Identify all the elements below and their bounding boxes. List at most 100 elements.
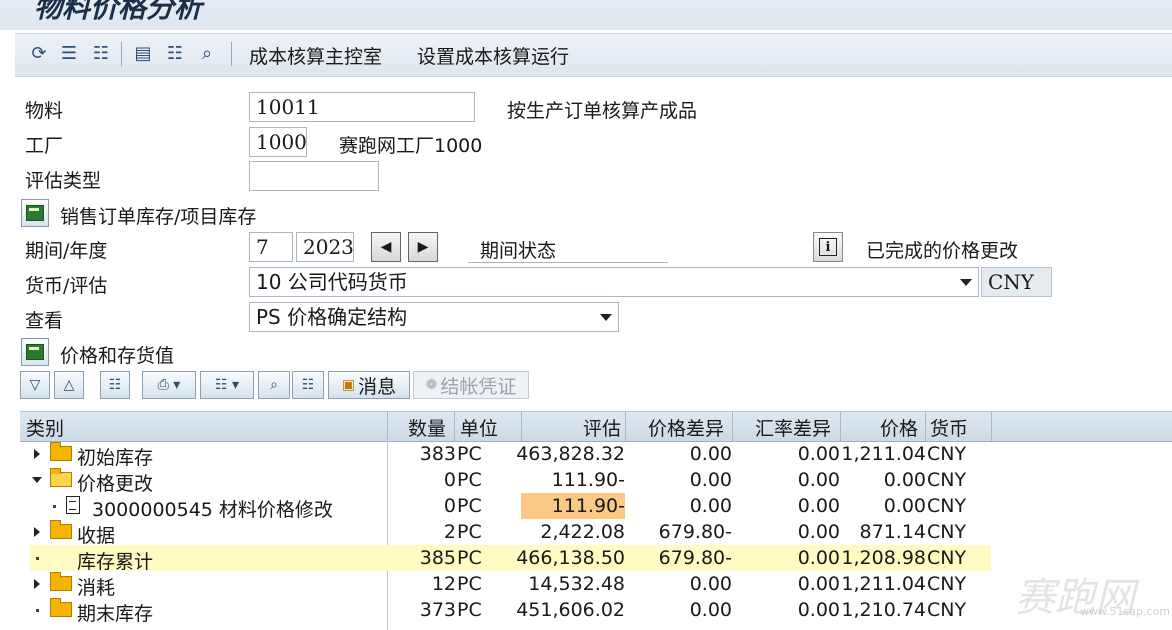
cell-fx-diff: 0.00 — [797, 599, 840, 621]
expand-icon[interactable] — [34, 527, 40, 537]
cell-unit: PC — [457, 495, 482, 517]
column-separator — [840, 412, 841, 441]
material-label: 物料 — [25, 100, 64, 122]
period-field[interactable]: 7 — [249, 232, 293, 262]
cell-currency: CNY — [927, 495, 967, 517]
messages-button[interactable]: ▣ 消息 — [328, 371, 410, 399]
currency-select[interactable]: 10 公司代码货币 — [249, 267, 979, 297]
cell-unit: PC — [457, 547, 482, 569]
next-period-button[interactable]: ▶ — [408, 232, 438, 262]
display-icon[interactable]: ▤ — [131, 41, 155, 65]
structure-icon[interactable]: ☷ — [292, 371, 324, 399]
cell-valuation: 451,606.02 — [516, 599, 625, 621]
plant-label: 工厂 — [25, 135, 64, 157]
table-row[interactable]: 期末库存 373 PC 451,606.02 0.00 0.00 1,210.7… — [20, 597, 1172, 625]
header-valuation[interactable]: 评估 — [583, 414, 621, 441]
plant-field[interactable]: 1000 — [249, 127, 307, 157]
cell-qty: 2 — [443, 521, 456, 543]
info-button[interactable]: i — [813, 232, 843, 262]
cell-price-diff: 0.00 — [689, 469, 732, 491]
cell-currency: CNY — [927, 469, 967, 491]
refresh-icon[interactable]: ⟳ — [27, 41, 51, 65]
leaf-marker — [36, 609, 39, 612]
material-field[interactable]: 10011 — [249, 92, 475, 122]
currency-code-field: CNY — [981, 267, 1052, 297]
currency-label: 货币/评估 — [25, 275, 108, 297]
toolbar-separator — [231, 42, 232, 66]
cost-center-button[interactable]: 成本核算主控室 — [249, 42, 382, 69]
table-row-total[interactable]: 库存累计 385 PC 466,138.50 679.80- 0.00 1,20… — [20, 545, 1172, 573]
cell-fx-diff: 0.00 — [797, 547, 840, 569]
view-label: 查看 — [25, 310, 64, 332]
expand-icon[interactable] — [34, 579, 40, 589]
table-row[interactable]: 价格更改 0 PC 111.90- 0.00 0.00 0.00 CNY — [20, 467, 1172, 495]
column-separator — [521, 412, 522, 441]
application-toolbar: ⟳ ☰ ☷ ▤ ☷ ⌕ 成本核算主控室 设置成本核算运行 — [15, 33, 1172, 77]
chevron-down-icon[interactable] — [600, 314, 612, 321]
table-row[interactable]: 消耗 12 PC 14,532.48 0.00 0.00 1,211.04 CN… — [20, 571, 1172, 599]
view-select[interactable]: PS 价格确定结构 — [249, 302, 619, 332]
info-icon: i — [819, 238, 837, 256]
list-icon[interactable]: ☰ — [57, 41, 81, 65]
cell-fx-diff: 0.00 — [797, 521, 840, 543]
header-fx-diff[interactable]: 汇率差异 — [755, 414, 831, 441]
details-icon[interactable]: ⌕ — [258, 371, 290, 399]
cell-qty: 0 — [443, 495, 456, 517]
toggle-icon — [26, 205, 44, 221]
price-stock-toggle-button[interactable] — [21, 338, 49, 366]
column-separator — [454, 412, 455, 441]
table-row[interactable]: 初始库存 383 PC 463,828.32 0.00 0.00 1,211.0… — [20, 441, 1172, 469]
period-status-label: 期间状态 — [480, 240, 557, 262]
year-field[interactable]: 2023 — [296, 232, 354, 262]
title-bar: 物料价格分析 — [0, 0, 1172, 30]
folder-icon — [50, 572, 72, 591]
find-icon[interactable]: ☷ — [100, 371, 130, 399]
prev-period-button[interactable]: ◀ — [371, 232, 401, 262]
cell-valuation: 14,532.48 — [528, 573, 625, 595]
header-qty[interactable]: 数量 — [408, 414, 446, 441]
chevron-down-icon[interactable] — [960, 279, 972, 286]
collapse-all-icon[interactable]: △ — [54, 371, 84, 399]
expand-all-icon[interactable]: ▽ — [20, 371, 50, 399]
cell-qty: 12 — [431, 573, 456, 595]
cell-valuation: 466,138.50 — [516, 547, 625, 569]
layout-icon[interactable]: ☷ ▾ — [200, 371, 254, 399]
sales-stock-label: 销售订单库存/项目库存 — [60, 206, 257, 228]
header-currency[interactable]: 货币 — [930, 414, 968, 441]
grid-header: 类别 数量 单位 评估 价格差异 汇率差异 价格 货币 — [20, 411, 1172, 442]
column-separator — [991, 412, 992, 441]
sales-stock-toggle-button[interactable] — [21, 199, 49, 227]
cell-price-diff: 0.00 — [689, 573, 732, 595]
cell-price-diff: 679.80- — [658, 547, 732, 569]
toolbar-separator — [121, 42, 122, 66]
cell-category: 期末库存 — [77, 603, 154, 625]
column-separator — [387, 412, 388, 441]
columns-icon[interactable]: ☷ — [163, 41, 187, 65]
header-price[interactable]: 价格 — [880, 414, 918, 441]
cell-unit: PC — [457, 443, 482, 465]
cell-category: 消耗 — [77, 577, 116, 599]
cell-price: 1,211.04 — [841, 573, 926, 595]
cell-category: 收据 — [77, 525, 116, 547]
collapse-icon[interactable] — [32, 477, 42, 483]
expand-icon[interactable] — [34, 449, 40, 459]
table-row[interactable]: 收据 2 PC 2,422.08 679.80- 0.00 871.14 CNY — [20, 519, 1172, 547]
cell-valuation: 2,422.08 — [540, 521, 625, 543]
cell-price-diff: 0.00 — [689, 443, 732, 465]
leaf-marker — [53, 505, 56, 508]
print-icon[interactable]: ⎙ ▾ — [142, 371, 196, 399]
table-row[interactable]: 3000000545 材料价格修改 0 PC 111.90- 0.00 0.00… — [20, 493, 1172, 521]
leaf-marker — [36, 557, 39, 560]
setup-run-button[interactable]: 设置成本核算运行 — [417, 42, 569, 69]
header-unit[interactable]: 单位 — [460, 414, 498, 441]
cell-price: 1,208.98 — [841, 547, 926, 569]
posting-document-button: ❁ 结帐凭证 — [413, 371, 529, 399]
header-price-diff[interactable]: 价格差异 — [648, 414, 724, 441]
valuation-type-field[interactable] — [249, 161, 379, 191]
hierarchy-icon[interactable]: ☷ — [89, 41, 113, 65]
cell-fx-diff: 0.00 — [797, 573, 840, 595]
cell-valuation[interactable]: 111.90- — [552, 495, 625, 517]
search-detail-icon[interactable]: ⌕ — [195, 41, 219, 65]
cell-valuation: 463,828.32 — [516, 443, 625, 465]
header-category[interactable]: 类别 — [26, 414, 64, 441]
